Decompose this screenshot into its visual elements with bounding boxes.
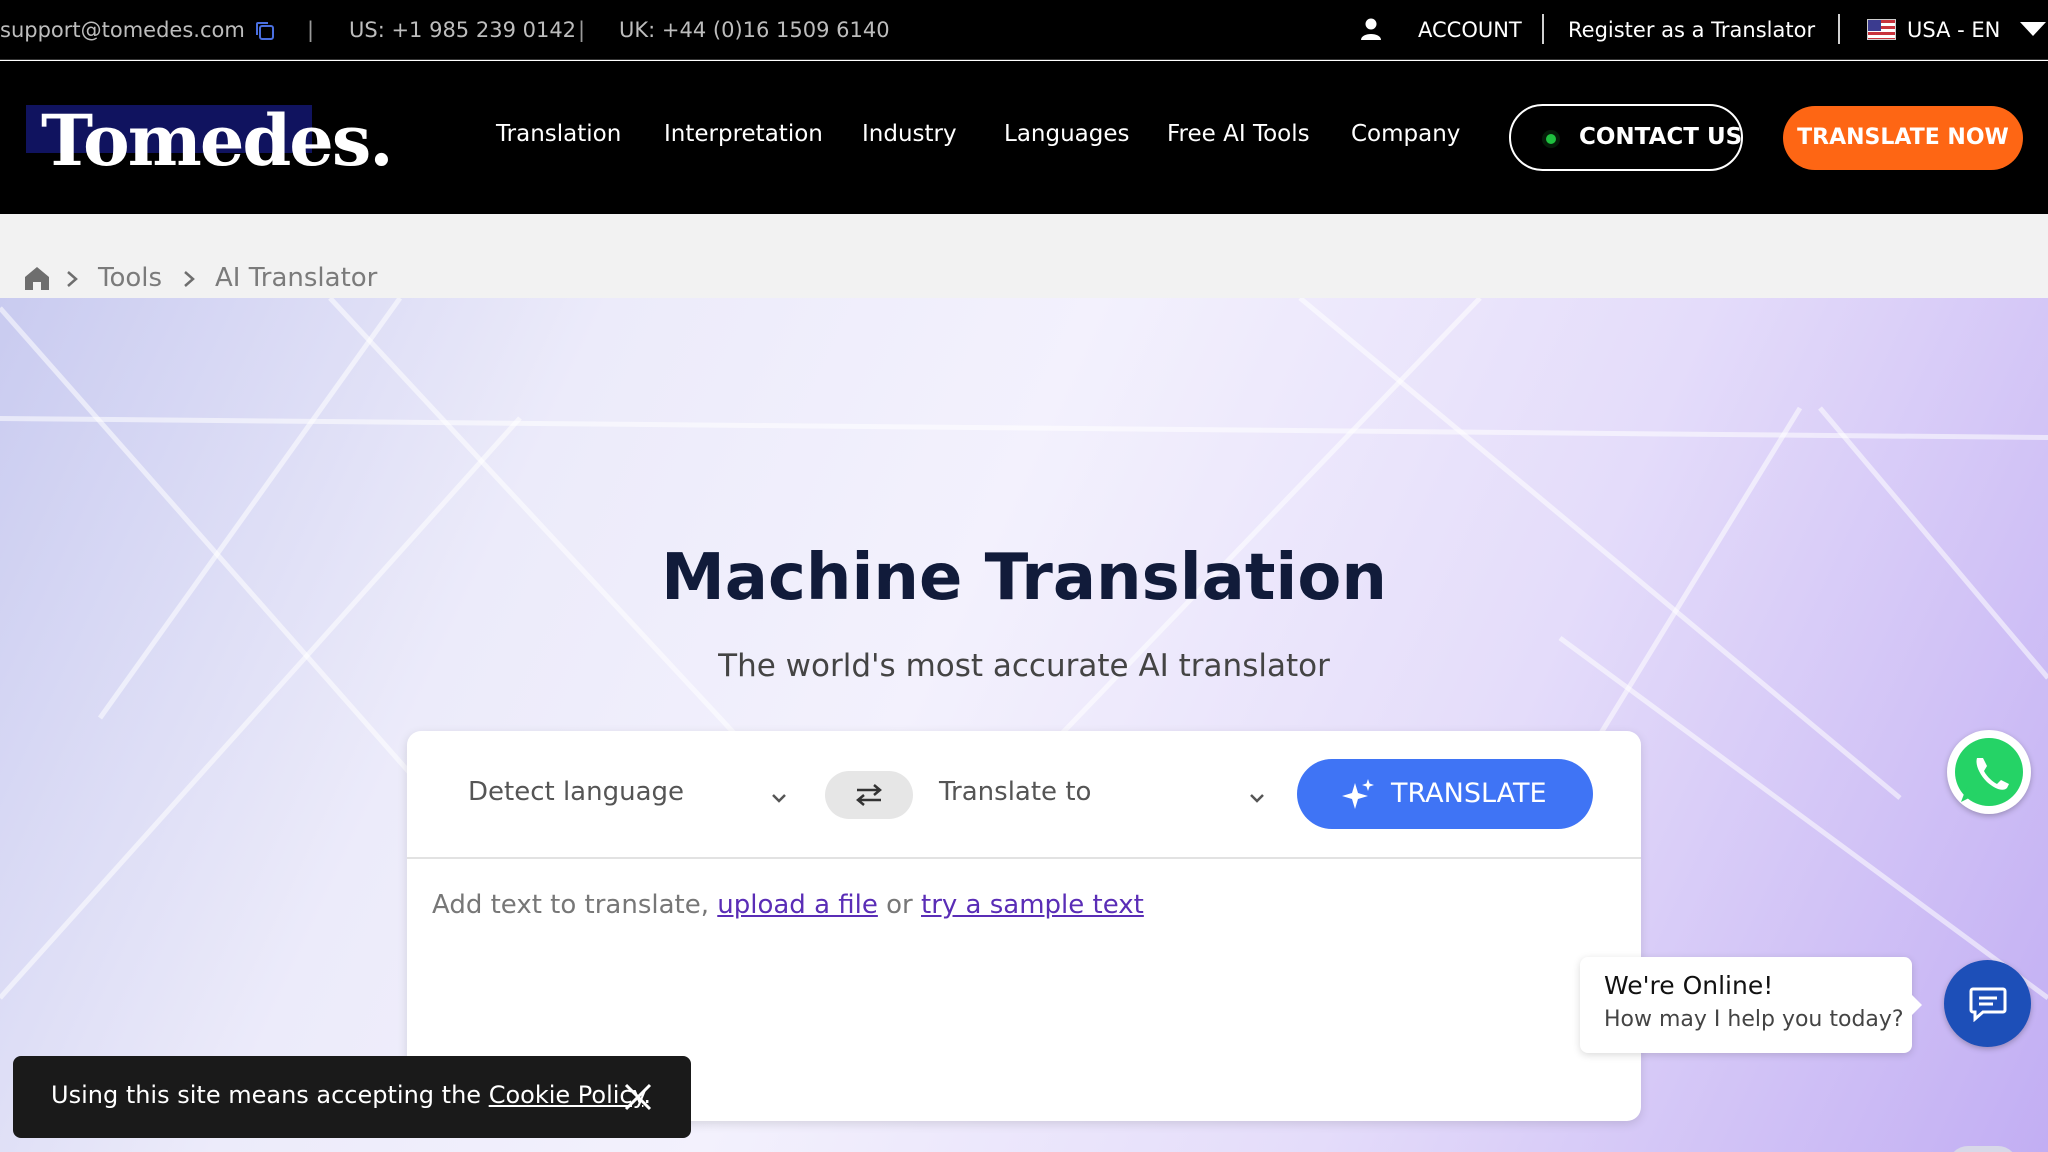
register-translator-link[interactable]: Register as a Translator bbox=[1568, 0, 1815, 60]
chevron-right-icon bbox=[184, 271, 195, 287]
top-utility-bar: support@tomedes.com | US: +1 985 239 014… bbox=[0, 0, 2048, 60]
home-icon[interactable] bbox=[24, 266, 50, 291]
cookie-banner: Using this site means accepting the Cook… bbox=[13, 1056, 691, 1138]
online-status-dot bbox=[1546, 134, 1556, 144]
main-navigation: Tomedes. Translation Interpretation Indu… bbox=[0, 61, 2048, 214]
us-phone-link[interactable]: US: +1 985 239 0142 bbox=[349, 0, 576, 60]
upload-file-link[interactable]: upload a file bbox=[717, 890, 878, 920]
swap-icon bbox=[856, 784, 882, 806]
nav-item-company[interactable]: Company bbox=[1351, 121, 1460, 147]
text-input-area[interactable]: Add text to translate, upload a file or … bbox=[432, 890, 1144, 920]
page-title: Machine Translation bbox=[661, 541, 1387, 615]
account-link[interactable]: ACCOUNT bbox=[1418, 0, 1522, 60]
whatsapp-button[interactable] bbox=[1947, 730, 2031, 814]
chevron-down-icon[interactable] bbox=[1249, 793, 1265, 803]
uk-phone-link[interactable]: UK: +44 (0)16 1509 6140 bbox=[619, 0, 890, 60]
user-icon[interactable] bbox=[1360, 17, 1382, 41]
support-email-link[interactable]: support@tomedes.com bbox=[0, 0, 245, 60]
target-language-select[interactable]: Translate to bbox=[939, 777, 1091, 807]
cookie-policy-link[interactable]: Cookie Policy bbox=[489, 1081, 644, 1109]
us-flag-icon[interactable] bbox=[1867, 19, 1896, 40]
cookie-text: Using this site means accepting the Cook… bbox=[51, 1081, 652, 1109]
breadcrumb-ai-translator: AI Translator bbox=[215, 263, 378, 293]
chevron-down-icon[interactable] bbox=[2020, 22, 2046, 36]
topbar-separator: | bbox=[578, 18, 586, 42]
chevron-right-icon bbox=[67, 271, 78, 287]
or-text: or bbox=[886, 890, 913, 920]
divider bbox=[407, 857, 1641, 859]
nav-item-translation[interactable]: Translation bbox=[496, 121, 621, 147]
divider bbox=[1542, 14, 1544, 44]
chat-title: We're Online! bbox=[1604, 971, 1774, 1000]
breadcrumb-tools[interactable]: Tools bbox=[98, 263, 162, 293]
chat-greeting-bubble[interactable]: We're Online! How may I help you today? bbox=[1580, 957, 1922, 1053]
sparkle-icon bbox=[1342, 779, 1374, 809]
contact-us-button[interactable]: CONTACT US bbox=[1509, 104, 1743, 171]
sample-text-link[interactable]: try a sample text bbox=[921, 890, 1144, 920]
copy-icon[interactable] bbox=[254, 20, 276, 42]
chat-subtitle: How may I help you today? bbox=[1604, 1007, 1904, 1032]
chat-icon bbox=[1969, 987, 2007, 1022]
breadcrumb: Tools AI Translator bbox=[0, 214, 2048, 298]
chat-button[interactable] bbox=[1944, 960, 2031, 1047]
whatsapp-icon bbox=[1955, 738, 2023, 806]
translate-button[interactable]: TRANSLATE bbox=[1297, 759, 1593, 829]
translate-now-button[interactable]: TRANSLATE NOW bbox=[1783, 106, 2023, 170]
input-placeholder: Add text to translate, bbox=[432, 890, 709, 920]
nav-item-free-ai-tools[interactable]: Free AI Tools bbox=[1167, 121, 1310, 147]
nav-item-languages[interactable]: Languages bbox=[1004, 121, 1130, 147]
close-icon[interactable] bbox=[623, 1082, 653, 1112]
nav-item-interpretation[interactable]: Interpretation bbox=[664, 121, 823, 147]
nav-item-industry[interactable]: Industry bbox=[862, 121, 957, 147]
chevron-down-icon[interactable] bbox=[771, 793, 787, 803]
source-language-select[interactable]: Detect language bbox=[468, 777, 684, 807]
divider bbox=[1838, 14, 1840, 44]
page-subtitle: The world's most accurate AI translator bbox=[718, 648, 1330, 684]
locale-selector[interactable]: USA - EN bbox=[1907, 0, 2000, 60]
topbar-separator: | bbox=[307, 18, 315, 42]
swap-languages-button[interactable] bbox=[825, 771, 913, 819]
